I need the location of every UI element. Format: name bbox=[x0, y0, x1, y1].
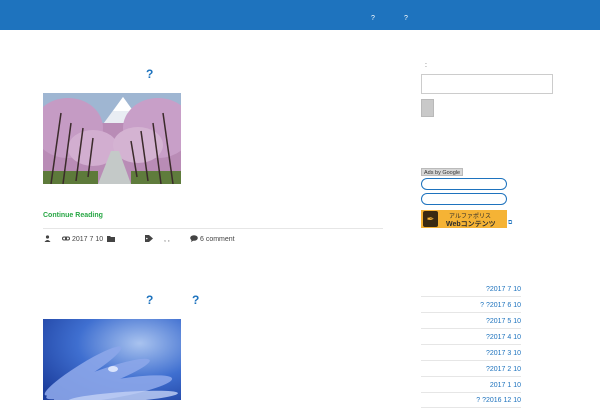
post-thumbnail-cherry-blossoms[interactable] bbox=[43, 93, 181, 184]
archive-item[interactable]: ?2017 2 10 bbox=[421, 362, 521, 377]
search-label: : bbox=[425, 62, 427, 69]
top-nav-bar: ? ? bbox=[0, 0, 600, 30]
author-icon bbox=[44, 235, 51, 244]
comments-link[interactable]: 6 comment bbox=[200, 236, 235, 243]
meta-divider bbox=[43, 228, 383, 229]
ads-by-google-label[interactable]: Ads by Google bbox=[421, 168, 464, 176]
banner-line-2: Webコンテンツ bbox=[446, 221, 496, 228]
archive-item[interactable]: ? ?2017 6 10 bbox=[421, 298, 521, 313]
nav-item-1[interactable]: ? bbox=[371, 15, 375, 22]
link-icon bbox=[62, 235, 70, 244]
external-link-icon: ⧉ bbox=[508, 220, 513, 226]
nav-item-2[interactable]: ? bbox=[404, 15, 408, 22]
post-title-part-2[interactable]: ? bbox=[192, 293, 199, 307]
alphapolis-logo-icon: ✒ bbox=[423, 211, 438, 227]
archive-item[interactable]: ? ?2016 12 10 bbox=[421, 393, 521, 408]
ad-link-2[interactable] bbox=[421, 193, 507, 205]
post-title-part-1[interactable]: ? bbox=[146, 293, 153, 307]
continue-reading-link[interactable]: Continue Reading bbox=[43, 212, 103, 219]
alphapolis-banner[interactable]: ✒ アルファポリス Webコンテンツ bbox=[421, 210, 507, 228]
tag-icon bbox=[145, 235, 154, 244]
archive-item[interactable]: ?2017 4 10 bbox=[421, 330, 521, 345]
post-thumbnail-blue-flower[interactable] bbox=[43, 319, 181, 400]
archive-item[interactable]: ?2017 7 10 bbox=[421, 282, 521, 297]
comment-icon bbox=[190, 235, 198, 244]
post-tags[interactable]: , , bbox=[164, 236, 170, 243]
post-date: 2017 7 10 bbox=[72, 236, 104, 243]
post-title[interactable]: ? bbox=[146, 67, 153, 81]
search-input[interactable] bbox=[421, 74, 553, 94]
ad-link-1[interactable] bbox=[421, 178, 507, 190]
search-button[interactable] bbox=[421, 99, 434, 117]
folder-icon bbox=[107, 235, 115, 244]
archive-item[interactable]: ?2017 5 10 bbox=[421, 314, 521, 329]
archive-item[interactable]: ?2017 3 10 bbox=[421, 346, 521, 361]
archive-item[interactable]: 2017 1 10 bbox=[421, 378, 521, 393]
